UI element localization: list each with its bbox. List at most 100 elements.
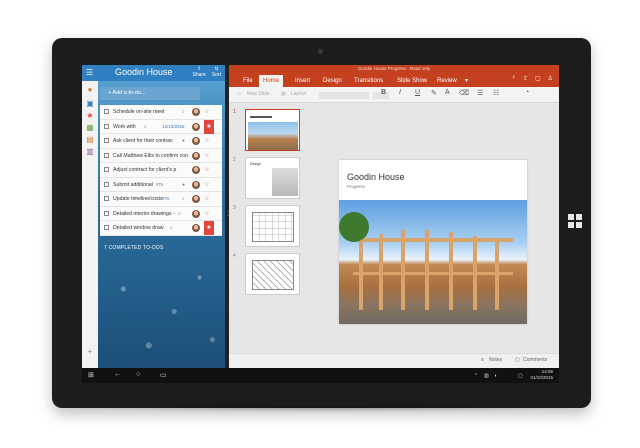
list-item[interactable]: Submit additional #To ● ☆ [100,177,222,192]
hashtag: #To [162,196,170,201]
slide-thumbnail[interactable] [245,109,300,151]
slide-number: 1 [233,109,236,115]
highlight-icon[interactable]: ✎ [431,89,437,97]
tree [339,212,369,242]
bold-button[interactable]: B [381,89,386,96]
network-icon[interactable]: ▥ [484,373,489,379]
avatar[interactable]: ● [85,85,95,94]
account-icon[interactable]: ♙ [548,75,553,82]
menu-icon[interactable]: ☰ [86,69,94,77]
italic-button[interactable]: I [399,89,401,96]
task-checkbox[interactable] [104,138,109,143]
list-item[interactable]: Call Matthew Ellis to confirm con ☆ [100,148,222,163]
attachment-icon: ⌕ [182,109,185,115]
share-icon[interactable]: ⇪ Share [192,66,205,78]
slide-thumbnails: 1 2 Design 3 4 [229,103,309,353]
attachment-icon: ⌕ [144,123,147,130]
list-icon[interactable]: ▥ [85,147,95,156]
starred-icon[interactable]: ★ [85,111,95,120]
sort-icon[interactable]: ⇅ Sort [212,66,221,78]
layout-icon[interactable]: ▤ [281,91,286,97]
tab-slide-show[interactable]: Slide Show [393,75,431,87]
comment-icon[interactable]: ▢ [535,75,541,82]
lightbulb-icon[interactable]: ♀ [511,75,516,82]
clock[interactable]: 14:06 01/10/2015 [530,369,553,381]
house-frame-photo[interactable] [339,200,527,324]
star-icon[interactable]: ☆ [204,207,209,221]
task-checkbox[interactable] [104,181,109,187]
tab-design[interactable]: Design [319,75,346,87]
start-icon[interactable]: ⊞ [88,371,94,379]
task-view-icon[interactable]: ▭ [160,371,167,379]
task-checkbox[interactable] [104,123,109,129]
task-checkbox[interactable] [104,152,109,158]
todo-header: ☰ Goodin House ⇪ Share ⇅ Sort [82,65,225,81]
task-checkbox[interactable] [104,210,109,216]
star-icon[interactable]: ☆ [204,163,209,177]
tab-home[interactable]: Home [259,75,284,87]
bullets-icon[interactable]: ☰ [477,89,483,97]
status-bar: ≡ Notes ▢ Comments [229,353,559,368]
list-item[interactable]: Adjust contract for client's p ☆ [100,163,222,178]
slide-canvas[interactable]: Goodin House Progress [339,160,527,324]
numbering-icon[interactable]: ☷ [493,89,499,97]
tab-insert[interactable]: Insert [291,75,314,87]
tab-file[interactable]: File [239,75,257,87]
action-center-icon[interactable]: ▢ [518,373,523,379]
shapes-icon[interactable]: ◔ [525,89,529,96]
task-checkbox[interactable] [104,196,109,201]
task-checkbox[interactable] [104,167,109,172]
star-icon[interactable]: ☆ [204,149,209,163]
notes-button[interactable]: Notes [489,357,502,363]
layout-button[interactable]: Layout [291,91,306,97]
today-icon[interactable]: ▦ [85,123,95,132]
inbox-icon[interactable]: ▣ [85,99,95,108]
task-text: Schedule on-site meet [113,109,165,115]
ribbon-tabs: File Home Insert Design Transitions Slid… [229,73,559,87]
star-icon[interactable]: ☆ [204,105,209,119]
slide-thumbnail[interactable] [245,205,300,247]
font-name-box[interactable] [319,92,369,99]
list-item[interactable]: Ask client for their contract ● ☆ [100,134,222,149]
list-item[interactable]: Detailed interior drawings - ⌕ ☆ [100,206,222,221]
comments-icon[interactable]: ▢ [515,357,520,363]
font-color-icon[interactable]: A [445,89,450,96]
list-item[interactable]: Work with ⌕ 12/10/2015 ★ [100,119,222,134]
thumb-title: Design [250,162,261,166]
slide-thumbnail[interactable]: Design [245,157,300,199]
week-icon[interactable]: ▤ [85,135,95,144]
volume-icon[interactable]: ◖ [494,373,497,379]
notifications-icon[interactable]: ⌃ [474,373,478,379]
new-slide-icon[interactable]: ▭ [237,91,242,97]
more-tabs-icon[interactable]: ▾ [461,75,472,87]
completed-todos-toggle[interactable]: 7 COMPLETED TO-DOS [104,245,164,251]
flag-icon[interactable]: ★ [204,221,214,235]
slide-title[interactable]: Goodin House [347,172,405,182]
add-list-icon[interactable]: + [85,347,95,356]
star-icon[interactable]: ☆ [204,192,209,206]
clear-format-icon[interactable]: ⌫ [459,89,469,97]
tab-review[interactable]: Review [433,75,461,87]
add-todo-input[interactable]: + Add a to-do... [100,87,200,100]
star-icon[interactable]: ☆ [204,134,209,148]
task-checkbox[interactable] [104,225,109,230]
flag-icon[interactable]: ★ [204,119,214,134]
slide-thumbnail[interactable] [245,253,300,295]
list-item[interactable]: Detailed window draw ⌕ ★ [100,221,222,236]
task-checkbox[interactable] [104,109,109,114]
windows-logo-icon[interactable] [568,214,582,228]
list-item[interactable]: Update timeline/costs #To ⌕ ☆ [100,192,222,207]
comments-button[interactable]: Comments [523,357,547,363]
search-icon[interactable]: ○ [136,371,140,378]
frame-beam [353,238,513,242]
list-item[interactable]: Schedule on-site meet ⌕ ☆ [100,105,222,120]
new-slide-button[interactable]: New Slide [247,91,270,97]
task-text: Call Matthew Ellis to confirm con [113,152,188,159]
notes-icon[interactable]: ≡ [481,357,484,363]
slide-subtitle[interactable]: Progress [347,184,365,189]
back-icon[interactable]: ← [114,371,121,378]
star-icon[interactable]: ☆ [204,178,209,192]
share-icon[interactable]: ⇪ [523,75,528,82]
underline-button[interactable]: U [415,89,420,96]
tab-transitions[interactable]: Transitions [350,75,387,87]
